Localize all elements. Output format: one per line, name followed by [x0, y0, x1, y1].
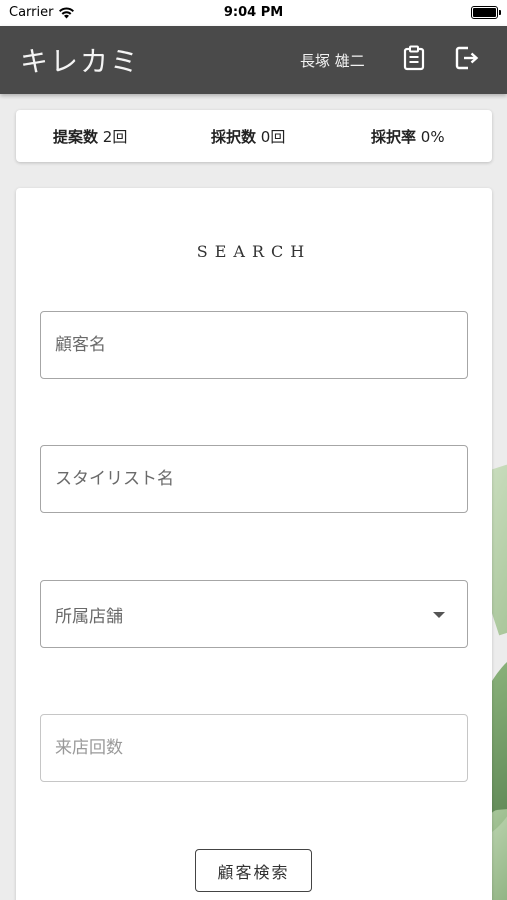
user-name: 長塚 雄二	[300, 52, 365, 70]
stylist-name-input[interactable]	[55, 469, 467, 489]
status-bar: Carrier 9:04 PM	[0, 0, 507, 26]
customer-name-field[interactable]	[40, 311, 468, 379]
customer-search-button[interactable]: 顧客検索	[195, 849, 312, 892]
adoption-rate-label: 採択率	[371, 128, 417, 146]
clipboard-button[interactable]	[398, 42, 430, 74]
adoption-rate-stat: 採択率 0%	[371, 126, 445, 147]
adopted-label: 採択数	[211, 128, 257, 146]
customer-name-input[interactable]	[55, 335, 467, 355]
stylist-name-field[interactable]	[40, 445, 468, 513]
proposals-label: 提案数	[53, 128, 99, 146]
adoption-rate-value: 0%	[420, 128, 445, 146]
proposals-value: 2回	[102, 128, 128, 146]
clipboard-icon	[403, 45, 425, 71]
visit-count-input[interactable]	[55, 738, 467, 758]
battery-icon	[471, 6, 501, 19]
app-logo: キレカミ	[20, 45, 141, 78]
adopted-value: 0回	[260, 128, 286, 146]
dropdown-arrow-icon	[433, 612, 445, 618]
store-select[interactable]: 所属店舗	[40, 580, 468, 648]
proposals-stat: 提案数 2回	[53, 126, 127, 147]
search-card: SEARCH 所属店舗 顧客検索	[16, 188, 492, 900]
logout-button[interactable]	[451, 42, 483, 74]
stats-card: 提案数 2回 採択数 0回 採択率 0%	[16, 110, 492, 162]
store-select-placeholder: 所属店舗	[55, 606, 123, 627]
clock: 9:04 PM	[223, 5, 284, 20]
search-title: SEARCH	[196, 242, 312, 261]
logout-icon	[455, 46, 479, 70]
app-header: キレカミ 長塚 雄二	[0, 26, 507, 94]
adopted-stat: 採択数 0回	[211, 126, 285, 147]
visit-count-field[interactable]	[40, 714, 468, 782]
